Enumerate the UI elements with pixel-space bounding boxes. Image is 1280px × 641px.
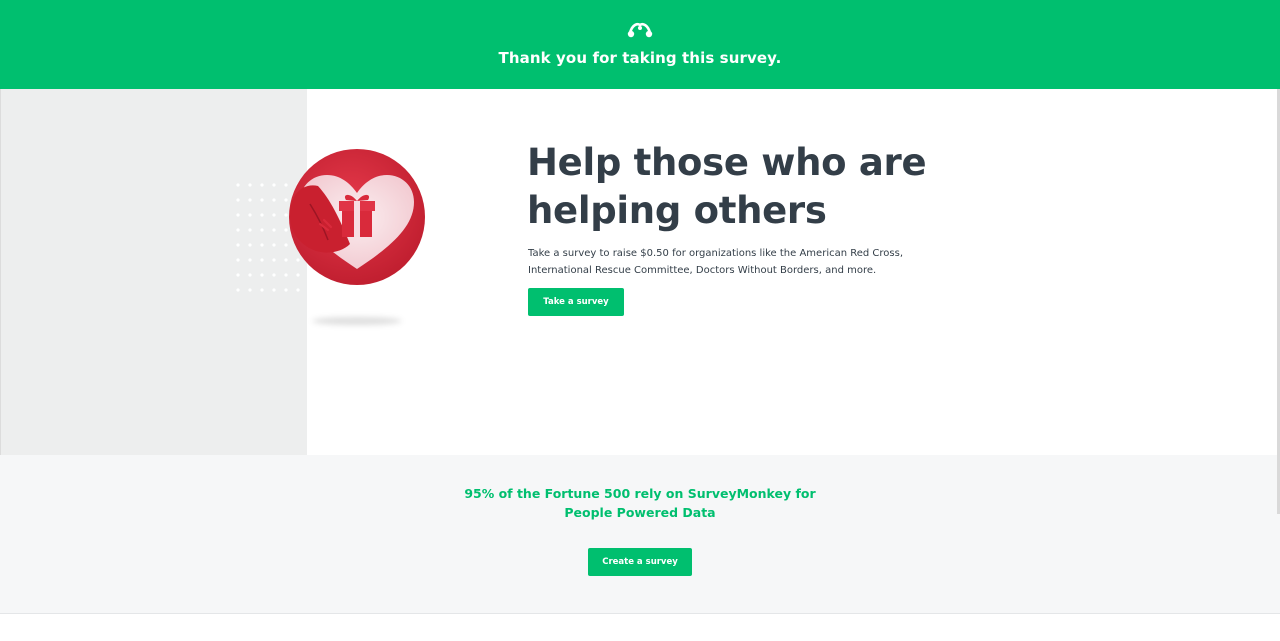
hero-headline: Help those who are helping others bbox=[527, 141, 927, 232]
hero-description: Take a survey to raise $0.50 for organiz… bbox=[528, 248, 904, 276]
thank-you-message: Thank you for taking this survey. bbox=[498, 49, 782, 67]
header-bar: Thank you for taking this survey. bbox=[0, 0, 1280, 89]
take-survey-button[interactable]: Take a survey bbox=[528, 288, 624, 316]
create-survey-button[interactable]: Create a survey bbox=[588, 548, 692, 576]
heart-gift-icon bbox=[289, 149, 425, 285]
fortune-message: 95% of the Fortune 500 rely on SurveyMon… bbox=[464, 486, 816, 520]
illustration-shadow bbox=[312, 317, 402, 325]
surveymonkey-logo-icon[interactable] bbox=[627, 20, 653, 38]
hero-section: Help those who are helping others Take a… bbox=[0, 89, 1280, 455]
fortune-section: 95% of the Fortune 500 rely on SurveyMon… bbox=[0, 455, 1280, 614]
